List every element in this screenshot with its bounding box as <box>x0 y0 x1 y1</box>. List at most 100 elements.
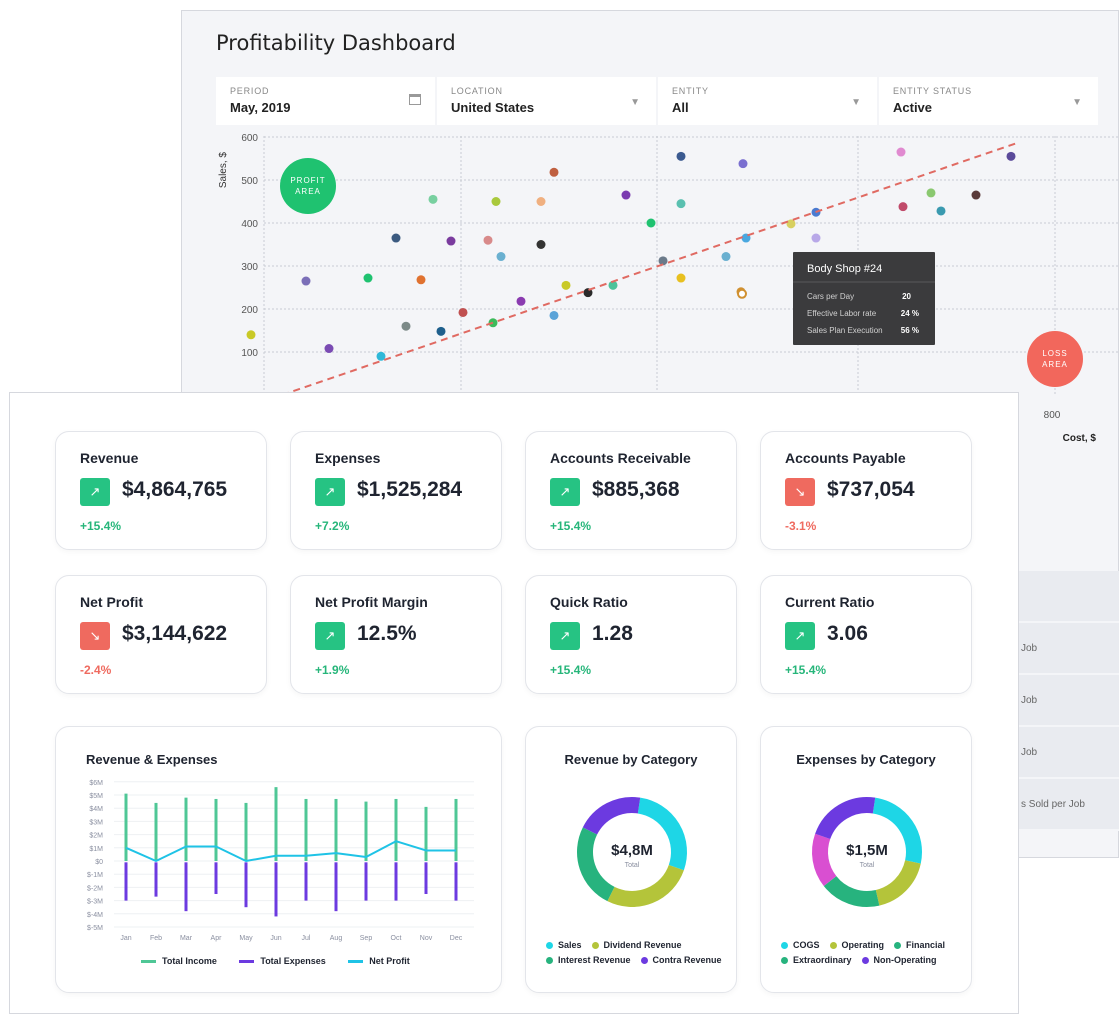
scatter-point[interactable] <box>246 330 256 340</box>
highlighted-point[interactable] <box>737 288 747 299</box>
side-table-row[interactable]: s Sold per Job <box>1017 779 1119 831</box>
scatter-point[interactable] <box>549 310 559 320</box>
kpi-card[interactable]: Current Ratio ↗ 3.06 +15.4% <box>760 575 972 694</box>
scatter-point[interactable] <box>676 199 686 209</box>
kpi-delta: +15.4% <box>80 519 122 533</box>
scatter-point[interactable] <box>561 280 571 290</box>
scatter-point[interactable] <box>516 296 526 306</box>
y-tick-label: 100 <box>241 348 258 359</box>
scatter-point[interactable] <box>936 206 946 216</box>
scatter-point[interactable] <box>738 159 748 169</box>
scatter-point[interactable] <box>363 273 373 283</box>
kpi-title: Accounts Receivable <box>550 450 691 466</box>
scatter-point[interactable] <box>621 190 631 200</box>
scatter-xtick-800: 800 <box>1044 410 1061 421</box>
legend-item: Dividend Revenue <box>591 940 682 950</box>
donut-slice[interactable] <box>875 859 921 906</box>
loss-area-line1: LOSS <box>1042 349 1067 358</box>
scatter-point[interactable] <box>811 233 821 243</box>
scatter-point[interactable] <box>676 151 686 161</box>
legend-item: Net Profit <box>348 956 410 966</box>
scatter-point[interactable] <box>721 252 731 262</box>
kpi-value: 1.28 <box>592 622 633 645</box>
y-tick-label: $3M <box>89 819 103 826</box>
scatter-point[interactable] <box>416 275 426 285</box>
kpi-card[interactable]: Net Profit Margin ↗ 12.5% +1.9% <box>290 575 502 694</box>
scatter-point[interactable] <box>436 326 446 336</box>
x-tick-label: Jul <box>302 935 311 942</box>
x-tick-label: Jun <box>270 935 281 942</box>
kpi-card[interactable]: Net Profit ↘ $3,144,622 -2.4% <box>55 575 267 694</box>
kpi-card[interactable]: Quick Ratio ↗ 1.28 +15.4% <box>525 575 737 694</box>
legend-label: Operating <box>841 940 885 950</box>
scatter-point[interactable] <box>536 240 546 249</box>
scatter-point[interactable] <box>676 273 686 283</box>
y-tick-label: $4M <box>89 806 103 813</box>
kpi-card[interactable]: Accounts Receivable ↗ $885,368 +15.4% <box>525 431 737 550</box>
scatter-ylabel: Sales, $ <box>218 152 229 189</box>
x-tick-label: Dec <box>450 935 463 942</box>
side-table-row[interactable]: Job <box>1017 727 1119 779</box>
legend-label: Net Profit <box>369 956 410 966</box>
scatter-point[interactable] <box>491 197 501 206</box>
scatter-point[interactable] <box>446 236 456 246</box>
y-tick-label: 600 <box>241 133 258 144</box>
scatter-point[interactable] <box>401 321 411 331</box>
kpi-card[interactable]: Revenue ↗ $4,864,765 +15.4% <box>55 431 267 550</box>
kpi-card[interactable]: Accounts Payable ↘ $737,054 -3.1% <box>760 431 972 550</box>
kpi-value: $885,368 <box>592 478 680 501</box>
scatter-point[interactable] <box>549 167 559 177</box>
legend-label: Interest Revenue <box>558 955 631 965</box>
side-table-row[interactable]: Job <box>1017 623 1119 675</box>
y-tick-label: 300 <box>241 262 258 273</box>
donut-slice[interactable] <box>815 797 876 840</box>
scatter-point[interactable] <box>428 194 438 204</box>
legend-item: Sales <box>546 940 582 950</box>
revcat-legend: Sales Dividend Revenue Interest Revenue Co… <box>546 940 736 965</box>
y-tick-label: $-5M <box>87 925 103 932</box>
scatter-point[interactable] <box>536 197 546 206</box>
expenses-category-card: Expenses by Category $1,5M Total COGS Oper… <box>760 726 972 993</box>
tooltip-row-value: 20 <box>902 292 911 301</box>
x-tick-label: May <box>239 935 253 942</box>
net-profit-line[interactable] <box>125 840 456 862</box>
legend-label: Sales <box>558 940 582 950</box>
donut-slice[interactable] <box>812 833 837 887</box>
kpi-title: Net Profit <box>80 594 143 610</box>
scatter-point[interactable] <box>1006 151 1016 161</box>
kpi-delta: -3.1% <box>785 519 817 533</box>
scatter-point[interactable] <box>301 276 311 286</box>
kpi-delta: +7.2% <box>315 519 350 533</box>
scatter-point[interactable] <box>646 218 656 228</box>
y-tick-label: $1M <box>89 846 103 853</box>
donut-slice[interactable] <box>607 864 684 907</box>
scatter-point[interactable] <box>786 219 796 229</box>
y-tick-label: 200 <box>241 305 258 316</box>
scatter-point[interactable] <box>926 188 936 198</box>
donut-slice[interactable] <box>577 827 615 902</box>
kpi-title: Current Ratio <box>785 594 875 610</box>
y-tick-label: $6M <box>89 780 103 787</box>
scatter-point[interactable] <box>324 344 334 354</box>
donut-slice[interactable] <box>823 875 880 907</box>
kpi-card[interactable]: Expenses ↗ $1,525,284 +7.2% <box>290 431 502 550</box>
scatter-point[interactable] <box>496 252 506 262</box>
kpi-value: 12.5% <box>357 622 417 645</box>
kpi-title: Expenses <box>315 450 381 466</box>
side-table-row[interactable]: Job <box>1017 675 1119 727</box>
kpi-title: Net Profit Margin <box>315 594 428 610</box>
donut-slice[interactable] <box>582 797 641 835</box>
legend-item: Financial <box>894 940 945 950</box>
scatter-point[interactable] <box>971 190 981 200</box>
scatter-point[interactable] <box>483 235 493 245</box>
scatter-point[interactable] <box>458 307 468 317</box>
legend-label: Contra Revenue <box>652 955 722 965</box>
x-tick-label: Aug <box>330 935 343 942</box>
side-table-row[interactable] <box>1017 571 1119 623</box>
legend-item: Non-Operating <box>861 955 937 965</box>
kpi-delta: +15.4% <box>550 519 592 533</box>
scatter-point[interactable] <box>896 147 906 157</box>
scatter-point[interactable] <box>898 202 908 212</box>
scatter-point[interactable] <box>391 233 401 243</box>
tooltip-title: Body Shop #24 <box>807 263 882 275</box>
